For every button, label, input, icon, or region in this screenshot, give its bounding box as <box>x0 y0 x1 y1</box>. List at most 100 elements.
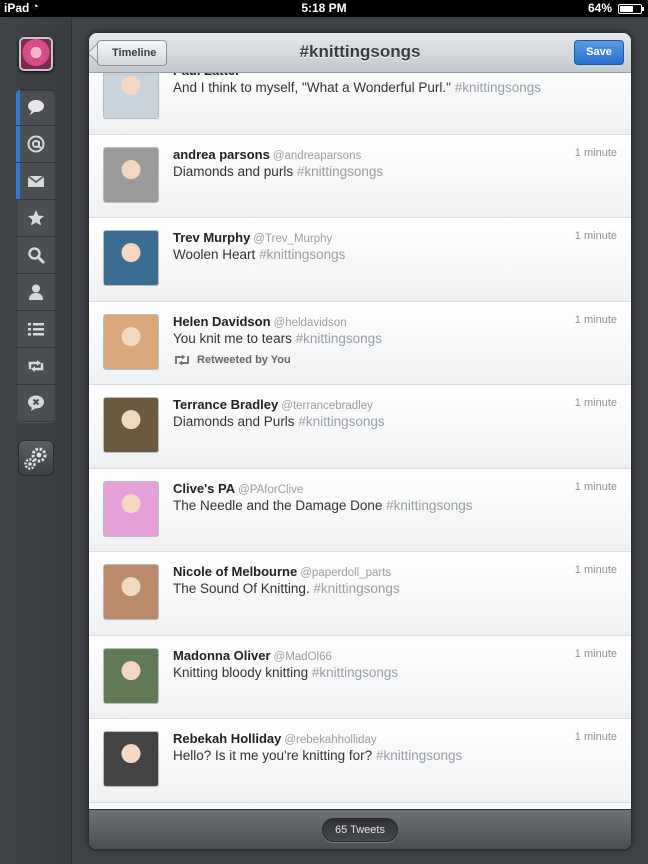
tweet-text: Knitting bloody knitting #knittingsongs <box>173 665 398 680</box>
tweet-avatar[interactable] <box>103 647 159 704</box>
tweet-author[interactable]: Nicole of Melbourne @paperdoll_parts <box>173 564 391 579</box>
tweet-author-name: Trev Murphy <box>173 230 251 245</box>
tweet-avatar[interactable] <box>103 313 159 370</box>
sidebar-item-profile[interactable] <box>16 274 56 311</box>
tweet-author-name: Rebekah Holliday <box>173 731 282 746</box>
tweet-row[interactable]: Madonna Oliver @MadOl66 1 minute Knitting b… <box>89 635 631 719</box>
sidebar-nav <box>16 89 56 422</box>
tweet-time: 1 minute <box>574 146 617 159</box>
tweet-author-handle: @MadOl66 <box>273 650 332 663</box>
tweet-author-handle: @terrancebradley <box>281 400 373 412</box>
hashtag-link[interactable]: #knittingsongs <box>455 80 541 95</box>
account-avatar[interactable] <box>19 37 53 71</box>
tweet-avatar[interactable] <box>103 731 159 787</box>
tweet-body: The Needle and the Damage Done <box>173 497 383 513</box>
person-icon <box>29 284 43 300</box>
tweet-text: Diamonds and Purls #knittingsongs <box>173 414 385 429</box>
tweet-author[interactable]: Paul Zatter <box>173 73 243 78</box>
hashtag-link[interactable]: #knittingsongs <box>259 247 345 262</box>
sidebar-item-favorites[interactable] <box>16 200 56 237</box>
tweet-author-name: Nicole of Melbourne <box>173 564 298 579</box>
tweet-author[interactable]: Clive's PA @PAforClive <box>173 481 303 496</box>
tweet-body: The Sound Of Knitting. <box>173 581 310 596</box>
save-button[interactable]: Save <box>574 40 624 65</box>
tweet-avatar[interactable] <box>103 480 159 537</box>
tweet-row[interactable]: Helen Davidson @heldavidson 1 minute You kn… <box>89 301 631 385</box>
tweet-row[interactable]: Paul Zatter And I think to myself, "What … <box>89 73 631 135</box>
tweet-avatar[interactable] <box>103 73 159 119</box>
tweet-author[interactable]: Madonna Oliver @MadOl66 <box>173 648 332 663</box>
speech-bubble-icon <box>28 100 44 115</box>
tweet-body: Diamonds and purls <box>173 163 294 179</box>
tweet-author-handle: @rebekahholliday <box>284 734 377 746</box>
hashtag-link[interactable]: #knittingsongs <box>376 748 462 763</box>
mute-icon <box>28 395 44 411</box>
tweet-author[interactable]: Trev Murphy @Trev_Murphy <box>173 230 332 245</box>
hashtag-link[interactable]: #knittingsongs <box>298 414 384 429</box>
hashtag-link[interactable]: #knittingsongs <box>312 665 398 680</box>
tweet-avatar[interactable] <box>103 230 159 286</box>
tweet-time: 1 minute <box>574 480 617 493</box>
tweet-author-handle: @andreaparsons <box>272 149 362 162</box>
retweet-icon <box>28 360 44 372</box>
sidebar-item-retweets[interactable] <box>16 348 56 385</box>
tweet-text: Woolen Heart #knittingsongs <box>173 247 345 262</box>
sidebar-item-mentions[interactable] <box>16 126 56 163</box>
tweet-body: Knitting bloody knitting <box>173 664 309 680</box>
tweet-time: 1 minute <box>574 731 617 743</box>
tweet-body: Diamonds and Purls <box>173 414 295 429</box>
sidebar-item-timeline[interactable] <box>16 89 56 126</box>
tweet-author[interactable]: Helen Davidson @heldavidson <box>173 314 347 329</box>
list-icon <box>28 323 44 336</box>
tweet-text: Hello? Is it me you're knitting for? #kn… <box>173 748 462 763</box>
hashtag-link[interactable]: #knittingsongs <box>386 498 472 513</box>
page-title: #knittingsongs <box>299 42 421 61</box>
star-icon <box>28 210 44 226</box>
sidebar-item-search[interactable] <box>16 237 56 274</box>
tweet-author[interactable]: andrea parsons @andreaparsons <box>173 147 361 162</box>
sidebar-item-muted[interactable] <box>16 385 56 422</box>
tweet-row[interactable]: Clive's PA @PAforClive 1 minute The Needle … <box>89 468 631 552</box>
tweet-count-button[interactable]: 65 Tweets <box>322 818 398 842</box>
tweet-text: The Needle and the Damage Done #knitting… <box>173 498 472 513</box>
tweet-author-handle: @paperdoll_parts <box>300 567 392 579</box>
tweet-author[interactable]: Rebekah Holliday @rebekahholliday <box>173 731 377 746</box>
tweet-time: 1 minute <box>574 564 617 576</box>
battery-icon <box>618 4 644 14</box>
sidebar-item-lists[interactable] <box>16 311 56 348</box>
tweet-body: And I think to myself, "What a Wonderful… <box>173 80 451 95</box>
settings-button[interactable] <box>18 440 54 476</box>
sidebar-item-messages[interactable] <box>16 163 56 200</box>
tweet-avatar[interactable] <box>103 397 159 453</box>
tweet-author[interactable]: Terrance Bradley @terrancebradley <box>173 397 373 412</box>
tweet-author-name: Clive's PA <box>173 480 236 496</box>
tweet-time: 1 minute <box>574 647 617 660</box>
tweet-author-name: Madonna Oliver <box>173 647 271 663</box>
tweet-row[interactable]: Rebekah Holliday @rebekahholliday 1 minute… <box>89 719 631 803</box>
header-bar: Timeline #knittingsongs Save <box>89 33 631 73</box>
app-window: Timeline #knittingsongs Save Paul Zatter… <box>0 17 648 864</box>
gears-icon <box>24 447 47 470</box>
battery-percent: 64% <box>587 1 612 15</box>
sidebar <box>0 17 72 864</box>
tweet-text: You knit me to tears #knittingsongs <box>173 331 382 346</box>
tweet-author-handle: @PAforClive <box>238 483 304 496</box>
tweet-text: Diamonds and purls #knittingsongs <box>173 164 383 179</box>
tweet-author-name: andrea parsons <box>173 146 270 162</box>
tweet-row[interactable]: andrea parsons @andreaparsons 1 minute Diam… <box>89 134 631 218</box>
hashtag-link[interactable]: #knittingsongs <box>296 331 382 346</box>
search-icon <box>28 247 45 264</box>
tweet-list[interactable]: Paul Zatter And I think to myself, "What … <box>89 73 631 809</box>
hashtag-link[interactable]: #knittingsongs <box>297 164 383 179</box>
tweet-avatar[interactable] <box>103 564 159 620</box>
status-bar: iPad ◔ 5:18 PM 64% <box>0 0 648 17</box>
tweet-row[interactable]: Terrance Bradley @terrancebradley 1 minute… <box>89 385 631 469</box>
hashtag-link[interactable]: #knittingsongs <box>313 581 399 596</box>
tweet-avatar[interactable] <box>103 146 159 203</box>
retweet-indicator: Retweeted by You <box>173 354 291 366</box>
tweet-row[interactable]: Nicole of Melbourne @paperdoll_parts 1 min… <box>89 552 631 636</box>
tweet-time: 1 minute <box>574 230 617 242</box>
tweet-list-inner: Paul Zatter And I think to myself, "What … <box>89 73 631 809</box>
tweet-row[interactable]: Trev Murphy @Trev_Murphy 1 minute Woolen He… <box>89 218 631 302</box>
footer-bar: 65 Tweets <box>89 809 631 849</box>
